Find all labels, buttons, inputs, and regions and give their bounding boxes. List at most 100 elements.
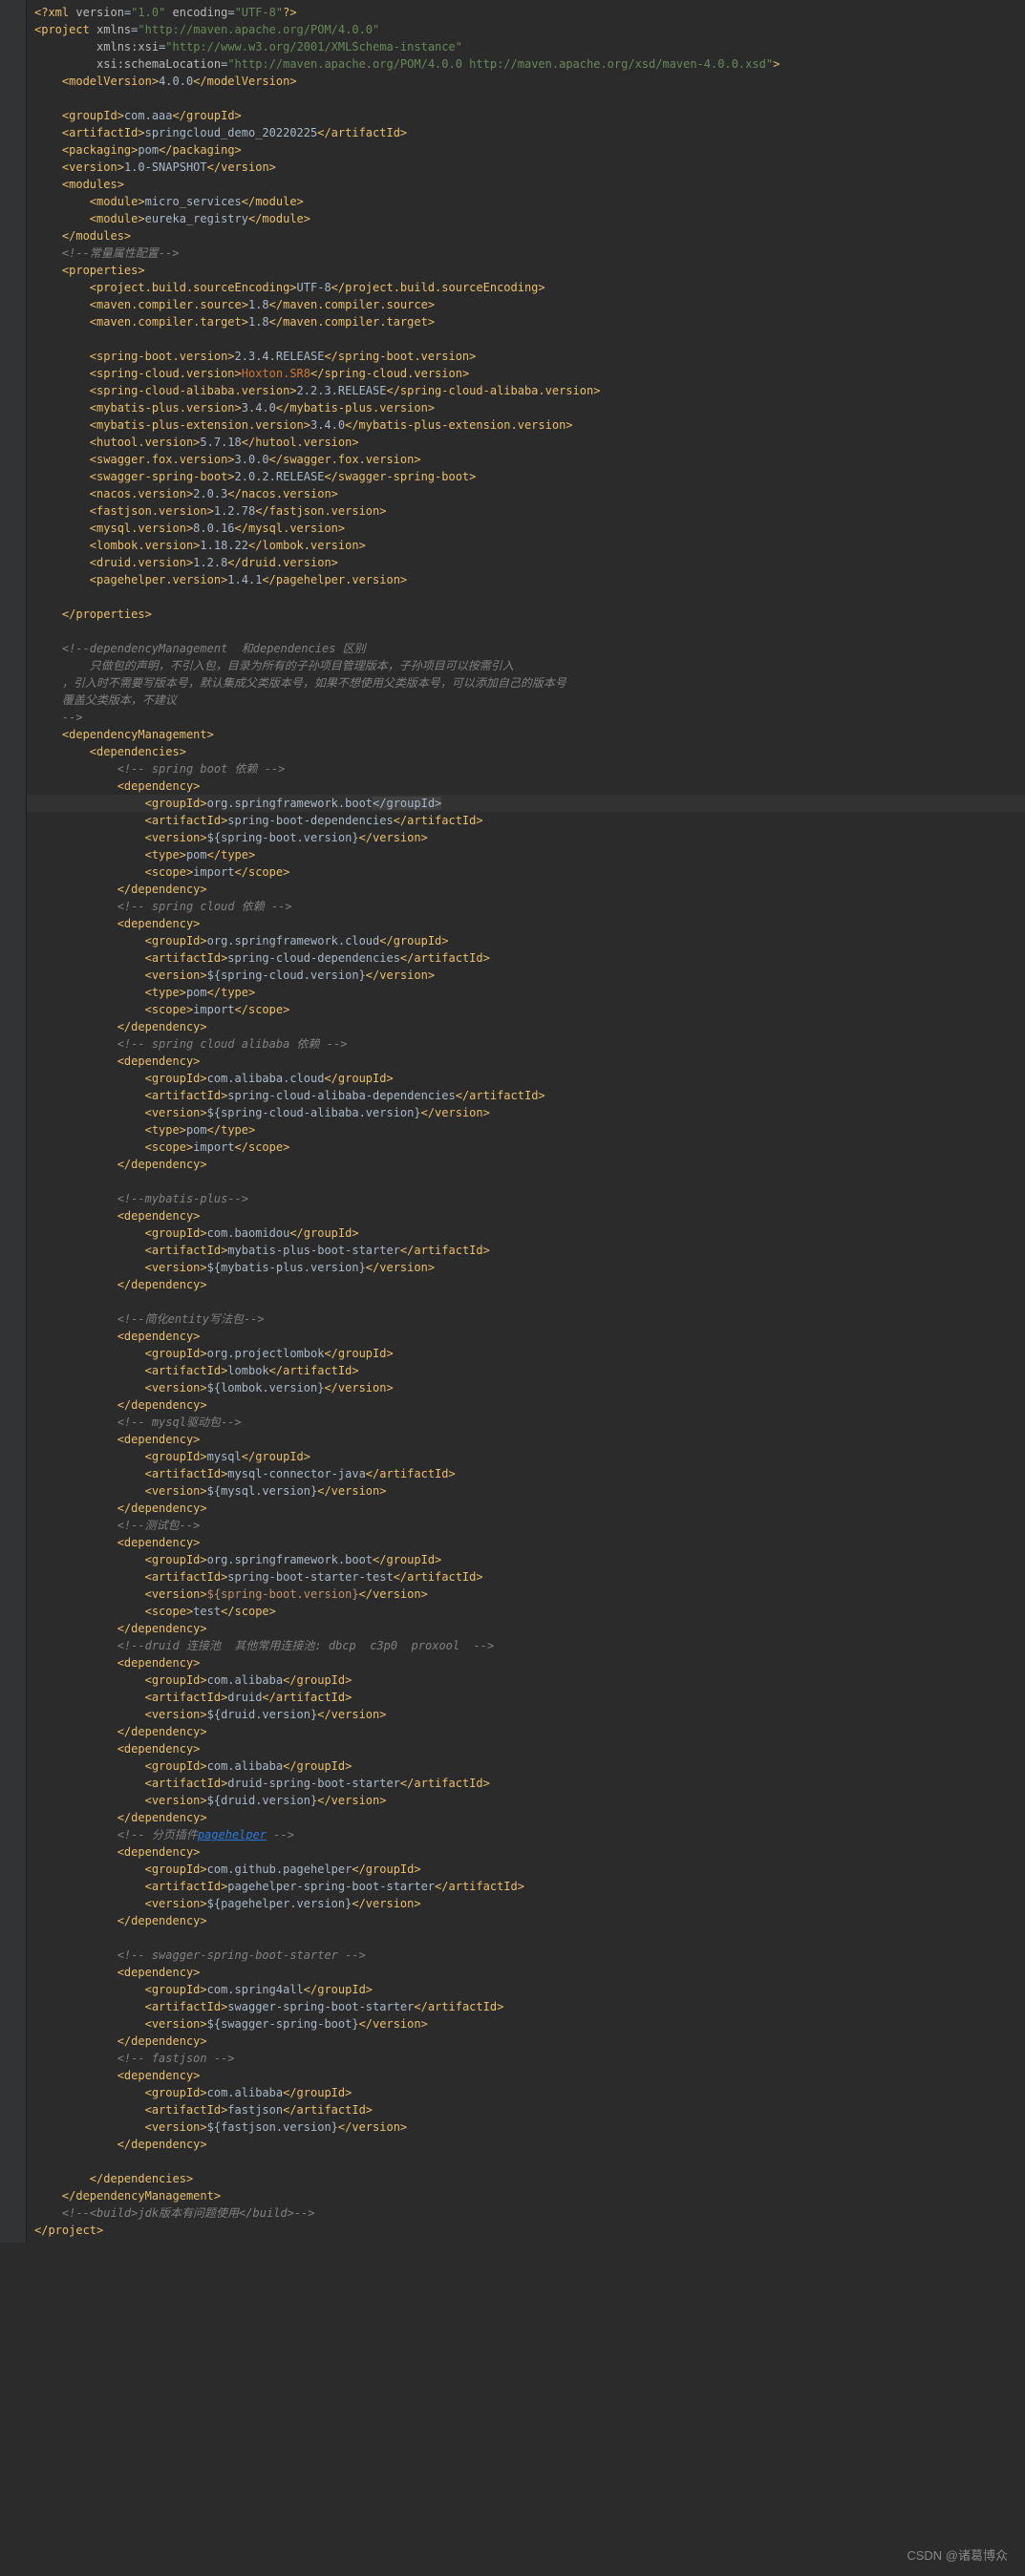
code-line[interactable]: <artifactId>fastjson</artifactId> [27, 2101, 1025, 2118]
code-line[interactable]: <mybatis-plus-extension.version>3.4.0</m… [27, 416, 1025, 434]
code-line[interactable]: <dependency> [27, 1207, 1025, 1224]
code-line[interactable]: <module>micro_services</module> [27, 193, 1025, 210]
code-line[interactable]: <dependencyManagement> [27, 726, 1025, 743]
code-line[interactable]: <!-- 分页插件pagehelper --> [27, 1826, 1025, 1843]
code-line[interactable]: <scope>test</scope> [27, 1603, 1025, 1620]
code-line[interactable] [27, 588, 1025, 606]
code-line[interactable]: <!--常量属性配置--> [27, 245, 1025, 262]
code-line[interactable]: 覆盖父类版本，不建议 [27, 692, 1025, 709]
code-line[interactable]: <groupId>com.aaa</groupId> [27, 107, 1025, 124]
code-line[interactable]: </properties> [27, 606, 1025, 623]
code-line[interactable] [27, 623, 1025, 640]
code-line[interactable]: <!--mybatis-plus--> [27, 1190, 1025, 1207]
code-line[interactable]: <groupId>org.springframework.boot</group… [27, 1551, 1025, 1568]
code-line[interactable]: <fastjson.version>1.2.78</fastjson.versi… [27, 502, 1025, 520]
code-line[interactable]: <scope>import</scope> [27, 1139, 1025, 1156]
code-line[interactable]: <version>${lombok.version}</version> [27, 1379, 1025, 1396]
code-line[interactable]: <groupId>com.spring4all</groupId> [27, 1981, 1025, 1998]
code-line[interactable]: xmlns:xsi="http://www.w3.org/2001/XMLSch… [27, 38, 1025, 55]
code-line[interactable]: ，引入时不需要写版本号，默认集成父类版本号，如果不想使用父类版本号，可以添加自己… [27, 674, 1025, 692]
code-line[interactable]: <artifactId>springcloud_demo_20220225</a… [27, 124, 1025, 141]
code-line[interactable]: <version>${spring-cloud.version}</versio… [27, 967, 1025, 984]
code-line[interactable]: </dependencyManagement> [27, 2187, 1025, 2204]
code-line[interactable]: <dependency> [27, 1843, 1025, 1861]
code-line[interactable]: <mybatis-plus.version>3.4.0</mybatis-plu… [27, 399, 1025, 416]
code-line[interactable] [27, 1293, 1025, 1310]
code-line[interactable]: <!--druid 连接池 其他常用连接池: dbcp c3p0 proxool… [27, 1637, 1025, 1654]
code-line[interactable]: <!--dependencyManagement 和dependencies 区… [27, 640, 1025, 657]
code-line[interactable]: <artifactId>mysql-connector-java</artifa… [27, 1465, 1025, 1482]
code-line[interactable]: <spring-cloud-alibaba.version>2.2.3.RELE… [27, 382, 1025, 399]
code-line[interactable]: <maven.compiler.source>1.8</maven.compil… [27, 296, 1025, 313]
code-line[interactable]: <swagger.fox.version>3.0.0</swagger.fox.… [27, 451, 1025, 468]
code-line[interactable]: <project xmlns="http://maven.apache.org/… [27, 21, 1025, 38]
code-line[interactable]: <spring-cloud.version>Hoxton.SR8</spring… [27, 365, 1025, 382]
code-line[interactable]: </dependency> [27, 1912, 1025, 1929]
code-line[interactable]: <spring-boot.version>2.3.4.RELEASE</spri… [27, 348, 1025, 365]
code-line[interactable]: <dependency> [27, 777, 1025, 795]
code-line[interactable]: <modules> [27, 176, 1025, 193]
code-line[interactable]: <dependency> [27, 1964, 1025, 1981]
code-line[interactable]: <artifactId>druid-spring-boot-starter</a… [27, 1775, 1025, 1792]
code-line[interactable] [27, 1173, 1025, 1190]
code-line[interactable]: </dependencies> [27, 2170, 1025, 2187]
code-line[interactable]: <dependency> [27, 2067, 1025, 2084]
code-line[interactable]: <!-- spring boot 依赖 --> [27, 760, 1025, 777]
code-line[interactable]: <!-- fastjson --> [27, 2050, 1025, 2067]
code-line[interactable]: </dependency> [27, 1500, 1025, 1517]
code-line[interactable]: <version>${fastjson.version}</version> [27, 2118, 1025, 2136]
code-line[interactable]: <version>1.0-SNAPSHOT</version> [27, 159, 1025, 176]
code-line[interactable]: <groupId>com.alibaba</groupId> [27, 1757, 1025, 1775]
code-line[interactable] [27, 2153, 1025, 2170]
code-line[interactable]: <packaging>pom</packaging> [27, 141, 1025, 159]
code-line[interactable]: </dependency> [27, 2033, 1025, 2050]
code-line[interactable]: <version>${swagger-spring-boot}</version… [27, 2015, 1025, 2033]
code-line[interactable]: </dependency> [27, 1018, 1025, 1035]
code-line[interactable]: <!-- mysql驱动包--> [27, 1414, 1025, 1431]
code-line[interactable]: <!-- swagger-spring-boot-starter --> [27, 1947, 1025, 1964]
code-line[interactable]: <version>${druid.version}</version> [27, 1792, 1025, 1809]
code-line[interactable]: <groupId>com.baomidou</groupId> [27, 1224, 1025, 1242]
code-line[interactable]: <dependency> [27, 1654, 1025, 1671]
code-line[interactable]: <artifactId>druid</artifactId> [27, 1689, 1025, 1706]
code-line[interactable]: <maven.compiler.target>1.8</maven.compil… [27, 313, 1025, 330]
code-line[interactable]: <!--测试包--> [27, 1517, 1025, 1534]
code-line[interactable]: <project.build.sourceEncoding>UTF-8</pro… [27, 279, 1025, 296]
code-line[interactable]: <pagehelper.version>1.4.1</pagehelper.ve… [27, 571, 1025, 588]
code-line[interactable]: </dependency> [27, 2136, 1025, 2153]
code-line[interactable]: </dependency> [27, 1396, 1025, 1414]
code-line[interactable]: <groupId>com.alibaba</groupId> [27, 1671, 1025, 1689]
code-editor-area[interactable]: <?xml version="1.0" encoding="UTF-8"?><p… [27, 0, 1025, 2243]
code-line[interactable]: </modules> [27, 227, 1025, 245]
code-line[interactable]: <version>${druid.version}</version> [27, 1706, 1025, 1723]
code-line[interactable]: </dependency> [27, 1156, 1025, 1173]
code-line[interactable]: --> [27, 709, 1025, 726]
code-line[interactable]: <version>${mybatis-plus.version}</versio… [27, 1259, 1025, 1276]
code-line[interactable]: <dependency> [27, 915, 1025, 932]
code-line[interactable]: <?xml version="1.0" encoding="UTF-8"?> [27, 4, 1025, 21]
code-line[interactable]: <!--<build>jdk版本有问题使用</build>--> [27, 2204, 1025, 2222]
code-line[interactable]: <module>eureka_registry</module> [27, 210, 1025, 227]
code-line[interactable]: <dependencies> [27, 743, 1025, 760]
code-line[interactable]: <druid.version>1.2.8</druid.version> [27, 554, 1025, 571]
code-line[interactable]: <!--简化entity写法包--> [27, 1310, 1025, 1328]
code-line[interactable]: <scope>import</scope> [27, 863, 1025, 881]
code-line[interactable] [27, 90, 1025, 107]
code-line[interactable]: <artifactId>lombok</artifactId> [27, 1362, 1025, 1379]
code-line[interactable]: <groupId>com.github.pagehelper</groupId> [27, 1861, 1025, 1878]
code-line[interactable]: <version>${spring-boot.version}</version… [27, 1586, 1025, 1603]
code-line[interactable]: <dependency> [27, 1431, 1025, 1448]
code-line[interactable]: <version>${mysql.version}</version> [27, 1482, 1025, 1500]
code-line[interactable]: <artifactId>swagger-spring-boot-starter<… [27, 1998, 1025, 2015]
code-line[interactable] [27, 1929, 1025, 1947]
code-line[interactable]: <version>${spring-cloud-alibaba.version}… [27, 1104, 1025, 1121]
code-line[interactable]: <dependency> [27, 1534, 1025, 1551]
code-line[interactable]: <modelVersion>4.0.0</modelVersion> [27, 73, 1025, 90]
code-line[interactable]: <!-- spring cloud 依赖 --> [27, 898, 1025, 915]
code-line[interactable]: <dependency> [27, 1053, 1025, 1070]
code-line[interactable]: <mysql.version>8.0.16</mysql.version> [27, 520, 1025, 537]
code-line[interactable]: <hutool.version>5.7.18</hutool.version> [27, 434, 1025, 451]
code-line[interactable]: <groupId>org.springframework.boot</group… [27, 795, 1025, 812]
code-line[interactable]: 只做包的声明，不引入包，目录为所有的子孙项目管理版本，子孙项目可以按需引入 [27, 657, 1025, 674]
code-line[interactable]: </dependency> [27, 1276, 1025, 1293]
